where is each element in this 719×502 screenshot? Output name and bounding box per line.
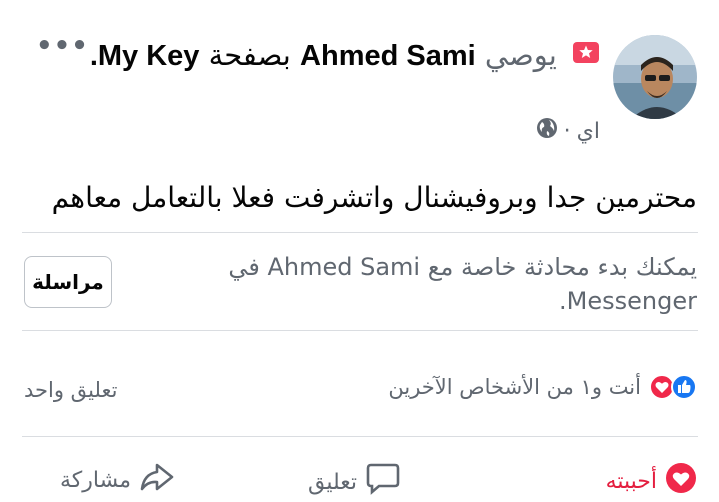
- recommendation-star-icon: [572, 36, 600, 78]
- post-headline: يوصي Ahmed Sami بصفحة My Key.: [80, 34, 600, 78]
- love-icon: [665, 462, 697, 500]
- comment-count-link[interactable]: تعليق واحد: [24, 378, 117, 402]
- post-meta: اي ·: [536, 117, 600, 145]
- comment-label: تعليق: [308, 469, 358, 495]
- page-name-link[interactable]: My Key: [98, 40, 200, 72]
- author-avatar[interactable]: [613, 35, 697, 119]
- comment-icon: [365, 462, 401, 502]
- share-button[interactable]: مشاركة: [60, 462, 175, 498]
- recommends-text: يوصي: [484, 38, 557, 72]
- timestamp-link[interactable]: اي: [577, 119, 600, 144]
- share-icon: [139, 462, 175, 498]
- divider: [22, 232, 698, 233]
- share-label: مشاركة: [60, 467, 132, 493]
- reaction-icons: [649, 374, 697, 400]
- divider: [22, 436, 698, 437]
- page-prefix: بصفحة: [208, 38, 291, 72]
- message-button-label: مراسلة: [32, 270, 104, 294]
- post-text: محترمين جدا وبروفيشنال واتشرفت فعلا بالت…: [51, 181, 697, 214]
- messenger-prompt: يمكنك بدء محادثة خاصة مع Ahmed Sami في M…: [228, 253, 697, 315]
- divider: [22, 330, 698, 331]
- reactions-summary[interactable]: أنت و١ من الأشخاص الآخرين: [388, 374, 697, 400]
- meta-separator: ·: [563, 118, 571, 144]
- author-name-link[interactable]: Ahmed Sami: [300, 40, 476, 72]
- message-button[interactable]: مراسلة: [24, 256, 112, 308]
- globe-icon[interactable]: [536, 117, 558, 145]
- like-icon: [671, 374, 697, 400]
- love-label: أحببته: [605, 468, 657, 494]
- love-reaction-button[interactable]: أحببته: [606, 462, 697, 500]
- comment-button[interactable]: تعليق: [308, 462, 401, 502]
- headline-period: .: [89, 40, 98, 72]
- avatar-photo: [613, 35, 697, 119]
- reactions-text: أنت و١ من الأشخاص الآخرين: [388, 375, 641, 399]
